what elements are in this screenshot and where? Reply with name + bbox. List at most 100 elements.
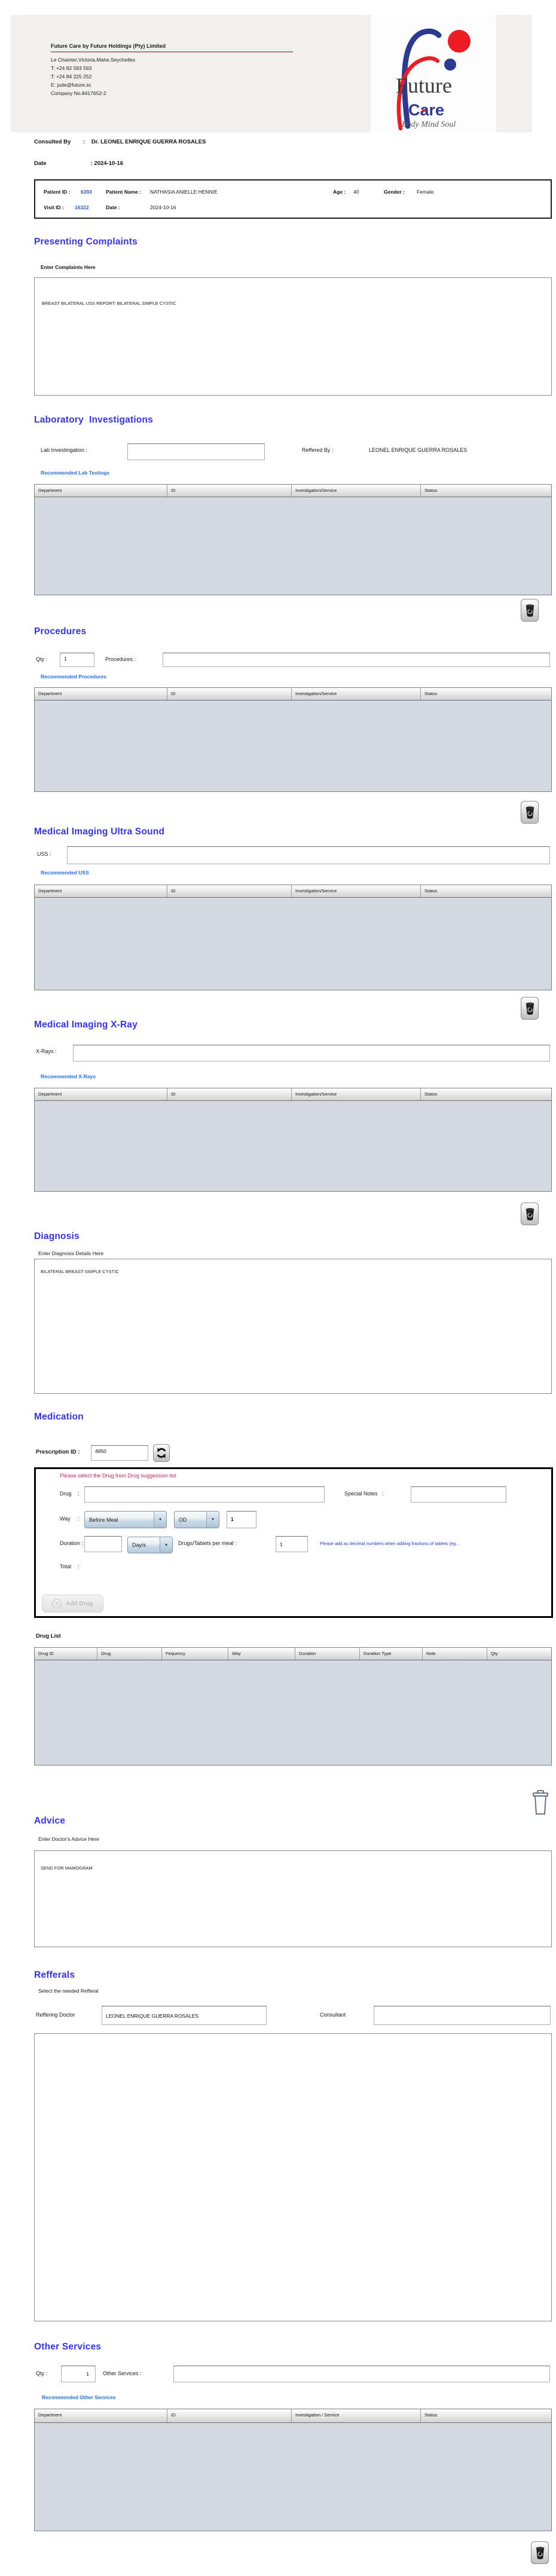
table-header-status: Status xyxy=(421,885,551,897)
table-header-id: ID xyxy=(167,885,292,897)
trash-icon xyxy=(525,805,535,820)
consult-date-value: : 2024-10-16 xyxy=(91,160,123,167)
delete-advice-button[interactable] xyxy=(531,1789,549,1816)
chevron-down-icon: ▼ xyxy=(206,1512,219,1528)
drug-list-table: Drug ID Drug Fequency Way Duration Durat… xyxy=(34,1647,552,1766)
visit-date-value: 2024-10-16 xyxy=(150,204,176,210)
duration-type-select[interactable]: Day/s ▼ xyxy=(127,1537,173,1553)
chevron-down-icon: ▼ xyxy=(154,1512,166,1528)
drug-table-header-way: Way xyxy=(228,1648,295,1660)
complaints-label: Enter Complaints Here xyxy=(41,264,96,270)
duration-label: Duration : xyxy=(60,1540,83,1546)
lab-investigation-label: Lab Investingation : xyxy=(41,447,87,453)
visit-date-label: Date : xyxy=(106,204,120,210)
drug-table-header-note: Note xyxy=(423,1648,487,1660)
duration-input[interactable] xyxy=(84,1536,122,1552)
recommended-other-services-link[interactable]: Recommended Other Services xyxy=(42,2394,115,2400)
table-header-department: Department xyxy=(35,688,167,700)
trash-icon xyxy=(525,1001,535,1016)
drug-label: Drug xyxy=(60,1491,72,1497)
gender-value: Female xyxy=(417,189,433,195)
refferals-list-box[interactable] xyxy=(34,2033,552,2321)
table-header-id: ID xyxy=(167,2409,292,2422)
company-logo: Future Care ♥ Body Mind Soul xyxy=(371,15,496,132)
delete-procedures-button[interactable] xyxy=(521,801,539,824)
patient-info-box: Patient ID : 6393 Patient Name : NATHASI… xyxy=(34,179,552,219)
delete-lab-button[interactable] xyxy=(521,599,539,622)
section-heading-xray: Medical Imaging X-Ray xyxy=(34,1020,138,1030)
total-colon: : xyxy=(78,1564,80,1570)
logo-heart-icon: ♥ xyxy=(422,106,426,115)
consultant-label: Consultant xyxy=(320,2012,346,2018)
frequency-qty-input[interactable]: 1 xyxy=(227,1511,256,1528)
table-header-department: Department xyxy=(35,485,167,497)
recommended-xray-link[interactable]: Recommended X-Rays xyxy=(41,1073,96,1079)
table-header-department: Department xyxy=(35,885,167,897)
table-header-status: Status xyxy=(421,2409,551,2422)
uss-table: Department ID Investigation/Service Stat… xyxy=(34,885,552,990)
section-heading-uss: Medical Imaging Ultra Sound xyxy=(34,827,164,837)
visit-id-label: Visit ID : xyxy=(44,204,64,210)
frequency-select-value: OD xyxy=(175,1512,206,1528)
way-select[interactable]: Before Meal ▼ xyxy=(84,1511,167,1528)
lab-table: Department ID Investigation/Service Stat… xyxy=(34,484,552,595)
drug-table-header-drug-id: Drug ID xyxy=(35,1648,97,1660)
way-colon: : xyxy=(78,1516,80,1522)
trash-icon xyxy=(525,1207,535,1222)
company-email: E: jude@future.sc xyxy=(51,82,91,88)
delete-uss-button[interactable] xyxy=(521,997,539,1020)
drug-table-header-frequency: Fequency xyxy=(162,1648,228,1660)
other-services-input[interactable] xyxy=(173,2366,550,2382)
delete-other-services-button[interactable] xyxy=(531,2541,549,2564)
recommended-uss-link[interactable]: Recommended USS xyxy=(41,870,89,876)
drug-colon: : xyxy=(78,1491,80,1497)
company-phone-2: T: +24 84 225 252 xyxy=(51,74,91,79)
other-services-label: Other Services : xyxy=(103,2370,142,2376)
delete-xray-button[interactable] xyxy=(521,1203,539,1225)
total-label: Total xyxy=(60,1564,71,1570)
prescription-id-input[interactable]: 4950 xyxy=(91,1445,148,1461)
procedures-input[interactable] xyxy=(163,653,550,667)
reffered-by-value: LEONEL ENRIQUE GUERRA ROSALES xyxy=(369,447,467,453)
consulted-by-label: Consulted By xyxy=(34,139,83,145)
drug-table-header-drug: Drug xyxy=(97,1648,162,1660)
add-drug-label: Add Drug xyxy=(66,1601,93,1607)
reffering-doctor-label: Reffering Doctor xyxy=(36,2012,75,2018)
xray-input[interactable] xyxy=(73,1045,550,1061)
per-meal-input[interactable]: 1 xyxy=(276,1536,308,1552)
patient-name-label: Patient Name : xyxy=(106,189,141,195)
visit-id-value: 16322 xyxy=(75,204,89,210)
diagnosis-textarea[interactable]: BILATERAL BREAST SIMPLE CYSTIC xyxy=(34,1259,552,1394)
fractions-note: Please add as decimal numbers when addin… xyxy=(320,1541,460,1546)
recommended-procedures-link[interactable]: Recommended Procedures xyxy=(41,674,106,680)
other-qty-input[interactable]: 1 xyxy=(61,2366,96,2382)
patient-id-label: Patient ID : xyxy=(44,189,70,195)
section-heading-advice: Advice xyxy=(34,1816,65,1827)
special-notes-input[interactable] xyxy=(411,1486,506,1503)
table-header-status: Status xyxy=(421,1088,551,1100)
company-address: Le Chainter,Victoria,Mahe,Seychelles xyxy=(51,57,135,63)
consultant-input[interactable] xyxy=(374,2006,551,2025)
recommended-lab-link[interactable]: Recommended Lab Testings xyxy=(41,470,109,476)
duration-type-value: Day/s xyxy=(128,1537,160,1553)
patient-id-value: 6393 xyxy=(81,189,92,195)
refresh-icon xyxy=(156,1448,167,1458)
add-drug-button[interactable]: + Add Drug xyxy=(42,1595,103,1613)
company-number: Company No.8417652-2 xyxy=(51,90,106,96)
lab-investigation-input[interactable] xyxy=(127,443,265,460)
complaints-textarea[interactable]: BREAST BILATERAL USS REPORT: BILATERAL S… xyxy=(34,277,552,396)
refresh-prescription-button[interactable] xyxy=(153,1444,170,1462)
reffering-doctor-input[interactable]: LEONEL ENRIQUE GUERRA ROSALES xyxy=(102,2006,267,2025)
procedures-qty-input[interactable]: 1 xyxy=(60,653,94,667)
table-header-id: ID xyxy=(167,485,292,497)
uss-label: USS : xyxy=(37,851,51,857)
lab-table-header: Department ID Investigation/Service Stat… xyxy=(35,485,551,497)
drug-input[interactable] xyxy=(84,1486,325,1503)
procedures-table-header: Department ID Investigation/Service Stat… xyxy=(35,688,551,700)
advice-textarea[interactable]: SEND FOR MAMOGRAM xyxy=(34,1850,552,1947)
trash-icon xyxy=(535,2546,545,2560)
consult-date-label: Date xyxy=(34,160,89,167)
uss-input[interactable] xyxy=(67,846,550,864)
trash-outline-icon xyxy=(531,1789,549,1816)
frequency-select[interactable]: OD ▼ xyxy=(174,1511,219,1528)
